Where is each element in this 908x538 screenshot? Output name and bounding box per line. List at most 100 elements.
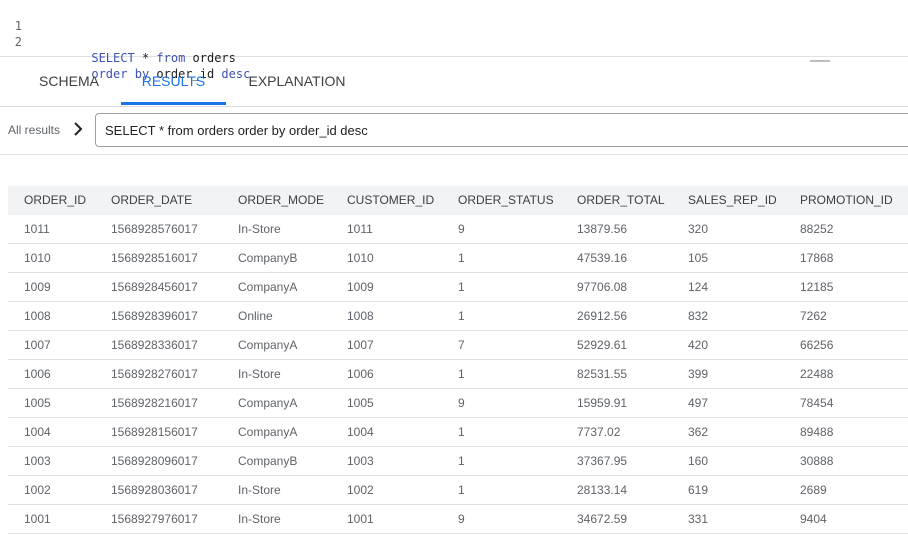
cell-order-total: 97706.08 (577, 280, 628, 294)
column-header-order-mode[interactable]: ORDER_MODE (238, 186, 324, 215)
cell-customer-id: 1002 (347, 483, 374, 497)
cell-customer-id: 1011 (347, 222, 373, 236)
cell-order-id: 1002 (24, 483, 51, 497)
cell-order-id: 1005 (24, 396, 51, 410)
table-row[interactable]: 1007 1568928336017 CompanyA 1007 7 52929.61 42… (8, 331, 908, 360)
tab-explanation[interactable]: EXPLANATION (238, 56, 356, 106)
table-row[interactable]: 1001 1568927976017 In-Store 1001 9 34672.59 33… (8, 505, 908, 534)
cell-order-status: 1 (458, 425, 465, 439)
table-row[interactable]: 1010 1568928516017 CompanyB 1010 1 47539.16 10… (8, 244, 908, 273)
column-header-customer-id[interactable]: CUSTOMER_ID (347, 186, 434, 215)
cell-promotion-id: 12185 (800, 280, 834, 294)
cell-sales-rep-id: 399 (688, 367, 709, 381)
cell-order-date: 1568928396017 (111, 309, 198, 323)
cell-order-id: 1008 (24, 309, 51, 323)
cell-promotion-id: 9404 (800, 512, 827, 526)
cell-order-date: 1568928276017 (111, 367, 198, 381)
cell-order-mode: In-Store (238, 222, 281, 236)
line-number: 2 (14, 35, 22, 49)
column-header-order-total[interactable]: ORDER_TOTAL (577, 186, 665, 215)
cell-promotion-id: 89488 (800, 425, 834, 439)
table-row[interactable]: 1011 1568928576017 In-Store 1011 9 13879.56 32… (8, 215, 908, 244)
cell-order-date: 1568928336017 (111, 338, 198, 352)
cell-order-total: 34672.59 (577, 512, 628, 526)
cell-order-status: 9 (458, 512, 465, 526)
active-tab-indicator (121, 102, 226, 105)
cell-order-id: 1004 (24, 425, 51, 439)
cell-order-id: 1010 (24, 251, 51, 265)
cell-order-mode: CompanyA (238, 338, 298, 352)
cell-order-id: 1003 (24, 454, 51, 468)
cell-order-id: 1011 (24, 222, 50, 236)
column-header-order-id[interactable]: ORDER_ID (24, 186, 86, 215)
column-header-sales-rep-id[interactable]: SALES_REP_ID (688, 186, 777, 215)
cell-sales-rep-id: 362 (688, 425, 709, 439)
cell-order-total: 47539.16 (577, 251, 628, 265)
cell-order-total: 28133.14 (577, 483, 628, 497)
cell-order-mode: CompanyA (238, 280, 298, 294)
cell-order-status: 1 (458, 454, 465, 468)
table-row[interactable]: 1008 1568928396017 Online 1008 1 26912.56 832 7… (8, 302, 908, 331)
cell-order-mode: In-Store (238, 367, 281, 381)
cell-promotion-id: 78454 (800, 396, 834, 410)
cell-sales-rep-id: 420 (688, 338, 709, 352)
table-row[interactable]: 1003 1568928096017 CompanyB 1003 1 37367.95 16… (8, 447, 908, 476)
results-table: ORDER_ID ORDER_DATE ORDER_MODE CUSTOMER_… (8, 186, 908, 534)
cell-promotion-id: 66256 (800, 338, 834, 352)
cell-order-id: 1006 (24, 367, 51, 381)
cell-promotion-id: 22488 (800, 367, 834, 381)
cell-customer-id: 1007 (347, 338, 374, 352)
table-row[interactable]: 1005 1568928216017 CompanyA 1005 9 15959.91 49… (8, 389, 908, 418)
breadcrumb-all-results[interactable]: All results (8, 123, 60, 137)
cell-order-total: 52929.61 (577, 338, 628, 352)
column-header-promotion-id[interactable]: PROMOTION_ID (800, 186, 893, 215)
cell-customer-id: 1004 (347, 425, 374, 439)
editor-line-1[interactable]: 1 SELECT * from orders (0, 2, 236, 65)
cell-order-status: 9 (458, 396, 465, 410)
table-header: ORDER_ID ORDER_DATE ORDER_MODE CUSTOMER_… (8, 186, 908, 215)
cell-order-id: 1009 (24, 280, 51, 294)
cell-sales-rep-id: 160 (688, 454, 709, 468)
query-text-field[interactable]: SELECT * from orders order by order_id d… (95, 113, 908, 147)
table-row[interactable]: 1009 1568928456017 CompanyA 1009 1 97706.08 12… (8, 273, 908, 302)
table-row[interactable]: 1006 1568928276017 In-Store 1006 1 82531.55 39… (8, 360, 908, 389)
divider (0, 154, 908, 155)
sql-editor[interactable]: 1 SELECT * from orders 2 order by order_… (0, 0, 908, 81)
cell-order-status: 7 (458, 338, 465, 352)
column-header-order-status[interactable]: ORDER_STATUS (458, 186, 554, 215)
cell-sales-rep-id: 105 (688, 251, 709, 265)
cell-order-date: 1568928576017 (111, 222, 198, 236)
cell-promotion-id: 88252 (800, 222, 834, 236)
cell-customer-id: 1006 (347, 367, 374, 381)
cell-order-date: 1568927976017 (111, 512, 198, 526)
table-row[interactable]: 1002 1568928036017 In-Store 1002 1 28133.14 61… (8, 476, 908, 505)
column-header-order-date[interactable]: ORDER_DATE (111, 186, 192, 215)
results-tabs: SCHEMA RESULTS EXPLANATION (0, 56, 908, 107)
cell-order-mode: CompanyA (238, 396, 298, 410)
cell-customer-id: 1003 (347, 454, 374, 468)
editor-line-2[interactable]: 2 order by order_id desc (0, 18, 251, 81)
cell-customer-id: 1009 (347, 280, 374, 294)
cell-order-total: 37367.95 (577, 454, 628, 468)
cell-order-status: 1 (458, 251, 465, 265)
cell-order-total: 26912.56 (577, 309, 628, 323)
tab-results[interactable]: RESULTS (121, 56, 226, 106)
cell-customer-id: 1008 (347, 309, 374, 323)
cell-order-total: 15959.91 (577, 396, 628, 410)
cell-order-date: 1568928156017 (111, 425, 198, 439)
cell-order-mode: CompanyB (238, 454, 298, 468)
cell-order-mode: In-Store (238, 512, 281, 526)
cell-customer-id: 1005 (347, 396, 374, 410)
cell-order-mode: CompanyA (238, 425, 298, 439)
cell-promotion-id: 30888 (800, 454, 834, 468)
table-row[interactable]: 1004 1568928156017 CompanyA 1004 1 7737.02 362… (8, 418, 908, 447)
cell-promotion-id: 7262 (800, 309, 827, 323)
cell-sales-rep-id: 497 (688, 396, 709, 410)
cell-sales-rep-id: 124 (688, 280, 709, 294)
cell-sales-rep-id: 320 (688, 222, 709, 236)
tab-schema[interactable]: SCHEMA (24, 56, 114, 106)
cell-order-date: 1568928036017 (111, 483, 198, 497)
cell-sales-rep-id: 832 (688, 309, 709, 323)
cell-order-status: 1 (458, 309, 465, 323)
cell-order-date: 1568928096017 (111, 454, 198, 468)
